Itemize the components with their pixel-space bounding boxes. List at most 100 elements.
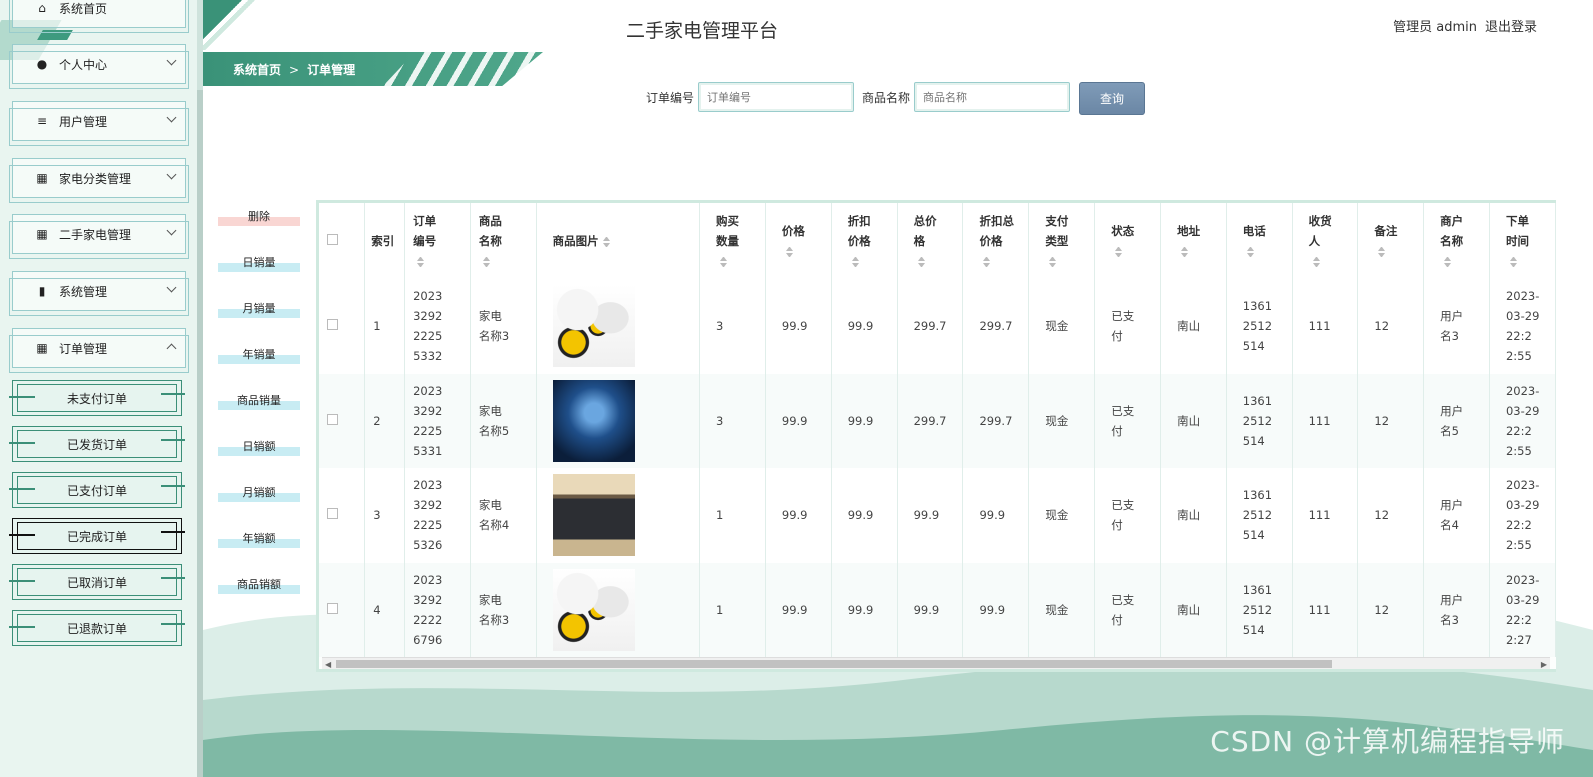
sidebar-item-users[interactable]: ≡ 用户管理: [9, 101, 189, 146]
col-discount-total[interactable]: 折扣总价格: [962, 203, 1030, 279]
monthly-revenue-button[interactable]: 月销额: [218, 482, 300, 502]
sort-icon[interactable]: [1313, 257, 1320, 267]
user-area: 管理员 admin 退出登录: [1385, 16, 1537, 35]
submenu-label: 已完成订单: [66, 529, 127, 544]
col-order-no[interactable]: 订单编号: [404, 203, 471, 279]
col-order-time[interactable]: 下单时间: [1489, 203, 1556, 279]
submenu-cancelled-orders[interactable]: 已取消订单: [9, 564, 185, 600]
yearly-sales-qty-button[interactable]: 年销量: [218, 344, 300, 364]
product-revenue-button[interactable]: 商品销额: [218, 574, 300, 594]
sort-icon[interactable]: [483, 257, 490, 267]
order-no-label: 订单编号: [646, 90, 695, 105]
sidebar-item-category[interactable]: ▦ 家电分类管理: [9, 158, 189, 203]
product-image[interactable]: [552, 568, 635, 651]
sort-icon[interactable]: [918, 257, 925, 267]
daily-sales-qty-button[interactable]: 日销量: [218, 252, 300, 272]
sidebar-scrollbar[interactable]: [197, 0, 203, 777]
cell-status: 已支付: [1094, 279, 1162, 374]
arrow-decoration: [161, 577, 185, 579]
row-checkbox[interactable]: [327, 508, 338, 520]
table-horizontal-scrollbar[interactable]: ◀ ▶: [322, 657, 1550, 669]
cell-pay-type: 现金: [1028, 562, 1096, 657]
row-checkbox[interactable]: [327, 319, 338, 331]
product-name-input[interactable]: [914, 82, 1071, 112]
product-image[interactable]: [552, 474, 635, 557]
sort-icon[interactable]: [720, 257, 727, 267]
product-image[interactable]: [552, 285, 635, 368]
sort-icon[interactable]: [1444, 257, 1451, 267]
sort-icon[interactable]: [786, 247, 793, 257]
cell-order-no: 20233292 22255332: [404, 279, 471, 374]
sidebar-item-system[interactable]: ▮ 系统管理: [9, 271, 189, 316]
breadcrumb-home[interactable]: 系统首页: [233, 63, 281, 77]
cell-index: 4: [364, 562, 406, 657]
sort-icon[interactable]: [852, 257, 859, 267]
table-row[interactable]: 1 20233292 22255332 家电名称3 3 99.9 99.9 29…: [319, 279, 1556, 374]
grid-icon: ▦: [36, 341, 48, 355]
cell-merchant: 用户名4: [1423, 468, 1490, 563]
arrow-decoration: [161, 531, 185, 533]
logout-link[interactable]: 退出登录: [1485, 20, 1537, 35]
sort-icon[interactable]: [1247, 247, 1254, 257]
cell-note: 12: [1357, 279, 1425, 374]
row-checkbox[interactable]: [327, 413, 338, 425]
sort-icon[interactable]: [983, 257, 990, 267]
cell-phone: 13612512514: [1226, 562, 1293, 657]
sidebar-scrollbar-thumb[interactable]: [197, 90, 203, 777]
col-index[interactable]: 索引: [364, 203, 406, 279]
scroll-right-icon[interactable]: ▶: [1541, 660, 1547, 669]
col-product-image[interactable]: 商品图片: [536, 203, 700, 279]
delete-button[interactable]: 删除: [218, 206, 300, 226]
scroll-left-icon[interactable]: ◀: [325, 660, 331, 669]
sidebar-item-personal[interactable]: ● 个人中心: [9, 44, 189, 89]
yearly-revenue-button[interactable]: 年销额: [218, 528, 300, 548]
submenu-unpaid-orders[interactable]: 未支付订单: [9, 380, 185, 416]
col-product-name[interactable]: 商品名称: [470, 203, 537, 279]
sort-icon[interactable]: [603, 237, 610, 247]
row-checkbox[interactable]: [327, 602, 338, 614]
submenu-refunded-orders[interactable]: 已退款订单: [9, 610, 185, 646]
table-row[interactable]: 2 20233292 22255331 家电名称5 3 99.9 99.9 29…: [319, 373, 1556, 468]
submenu-paid-orders[interactable]: 已支付订单: [9, 472, 185, 508]
col-discount-price[interactable]: 折扣价格: [831, 203, 898, 279]
query-button[interactable]: 查询: [1079, 82, 1145, 115]
col-phone[interactable]: 电话: [1226, 203, 1293, 279]
sort-icon[interactable]: [1510, 257, 1517, 267]
col-note[interactable]: 备注: [1357, 203, 1425, 279]
sort-icon[interactable]: [1049, 257, 1056, 267]
submenu-completed-orders[interactable]: 已完成订单: [9, 518, 185, 554]
col-total[interactable]: 总价格: [897, 203, 964, 279]
sort-icon[interactable]: [1115, 247, 1122, 257]
cell-discount-total: 299.7: [962, 373, 1030, 468]
table-row[interactable]: 3 20233292 22255326 家电名称4 1 99.9 99.9 99…: [319, 468, 1556, 563]
submenu-shipped-orders[interactable]: 已发货订单: [9, 426, 185, 462]
sidebar-item-home[interactable]: ⌂ 系统首页: [9, 0, 189, 33]
sort-icon[interactable]: [417, 257, 424, 267]
col-status[interactable]: 状态: [1094, 203, 1162, 279]
table-row[interactable]: 4 20233292 22226796 家电名称3 1 99.9 99.9 99…: [319, 562, 1556, 657]
chevron-down-icon: [166, 282, 177, 293]
col-quantity[interactable]: 购买数量: [699, 203, 766, 279]
col-address[interactable]: 地址: [1160, 203, 1227, 279]
monthly-sales-qty-button[interactable]: 月销量: [218, 298, 300, 318]
sidebar-item-appliances[interactable]: ▦ 二手家电管理: [9, 214, 189, 259]
col-price[interactable]: 价格: [765, 203, 832, 279]
sort-icon[interactable]: [1181, 247, 1188, 257]
daily-revenue-button[interactable]: 日销额: [218, 436, 300, 456]
col-merchant[interactable]: 商户名称: [1423, 203, 1490, 279]
order-no-input[interactable]: [698, 82, 855, 112]
arrow-decoration: [9, 626, 35, 628]
product-sales-qty-button[interactable]: 商品销量: [218, 390, 300, 410]
arrow-decoration: [9, 442, 35, 444]
cell-status: 已支付: [1094, 468, 1162, 563]
scrollbar-thumb[interactable]: [336, 660, 1332, 668]
grid-icon: ▦: [36, 227, 48, 241]
col-receiver[interactable]: 收货人: [1292, 203, 1359, 279]
select-all-checkbox[interactable]: [327, 234, 338, 245]
home-icon: ⌂: [38, 1, 46, 15]
sort-icon[interactable]: [1378, 247, 1385, 257]
sidebar-item-orders[interactable]: ▦ 订单管理: [9, 328, 189, 373]
col-pay-type[interactable]: 支付类型: [1028, 203, 1096, 279]
product-image[interactable]: [552, 379, 635, 462]
product-name-label: 商品名称: [862, 90, 911, 105]
